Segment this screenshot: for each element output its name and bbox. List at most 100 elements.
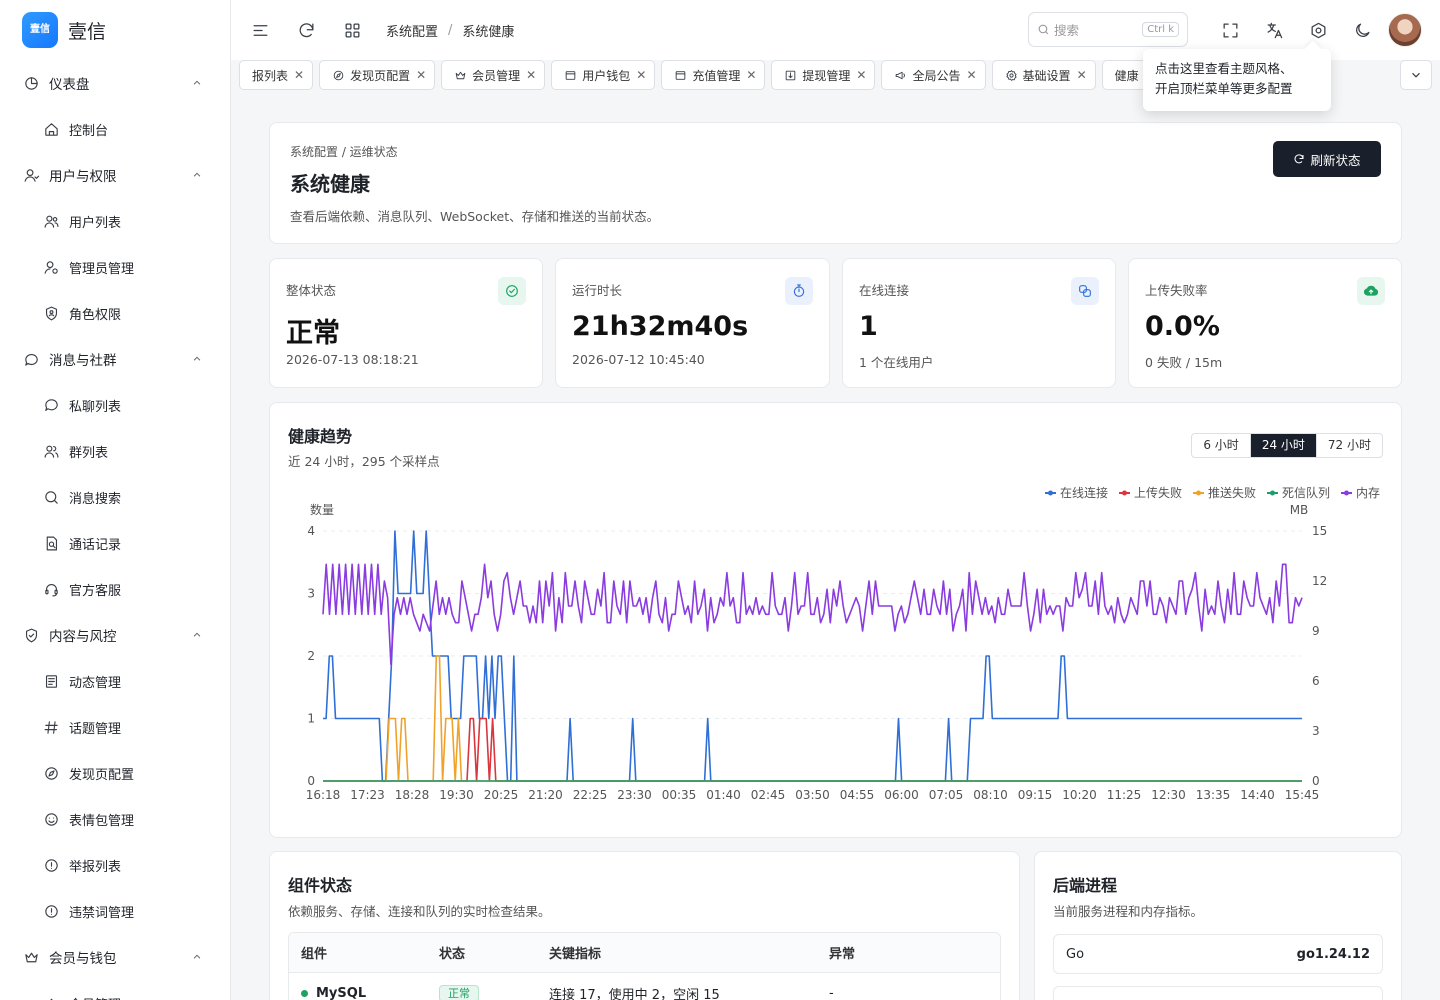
close-icon[interactable]: ✕ [746, 68, 756, 82]
apps-button[interactable] [334, 12, 370, 48]
process-row: Go go1.24.12 [1053, 934, 1383, 974]
tab-icon [564, 69, 577, 82]
tab[interactable]: 会员管理 ✕ [441, 60, 546, 90]
breadcrumb-item[interactable]: 系统配置 [386, 21, 438, 40]
headset-icon [44, 583, 58, 596]
tab[interactable]: 全局公告 ✕ [881, 60, 986, 90]
user-avatar[interactable] [1388, 13, 1422, 47]
process-key: Go [1066, 946, 1085, 962]
sidebar-item[interactable]: 话题管理 [0, 704, 230, 750]
tab[interactable]: 报列表 ✕ [239, 60, 314, 90]
sidebar-item[interactable]: 发现页配置 [0, 750, 230, 796]
stat-card: 整体状态 正常 2026-07-13 08:18:21 [269, 258, 543, 388]
table-row[interactable]: MySQL 正常 连接 17，使用中 2，空闲 15 - [289, 973, 1000, 1000]
sidebar-item-label: 消息搜索 [69, 491, 122, 507]
tabs-more-button[interactable] [1400, 60, 1432, 90]
sidebar-group[interactable]: 消息与社群 [0, 336, 230, 382]
wallet-icon [565, 70, 576, 80]
sidebar-item-icon [42, 258, 60, 276]
y2-tick-label: 0 [1312, 774, 1320, 788]
check-circle-icon [506, 285, 518, 297]
sidebar-group-label: 会员与钱包 [49, 951, 117, 967]
close-icon[interactable]: ✕ [636, 68, 646, 82]
column-header: 组件 [301, 947, 328, 962]
language-button[interactable] [1256, 12, 1292, 48]
chevron-up-icon [193, 632, 201, 637]
logo[interactable]: 壹信 壹信 [0, 0, 230, 60]
megaphone-icon [896, 71, 906, 79]
stat-subtext: 1 个在线用户 [859, 355, 934, 370]
x-tick-label: 00:35 [662, 788, 697, 802]
sidebar-item[interactable]: 消息搜索 [0, 474, 230, 520]
tab-label: 报列表 [252, 68, 289, 83]
component-status-title: 组件状态 [288, 876, 353, 895]
x-tick-label: 20:25 [484, 788, 519, 802]
y2-tick-label: 3 [1312, 724, 1320, 738]
settings-hex-icon [1311, 22, 1325, 38]
close-icon[interactable]: ✕ [856, 68, 866, 82]
search-input[interactable]: 搜索 Ctrl k [1028, 12, 1188, 47]
sidebar-item[interactable]: 群列表 [0, 428, 230, 474]
sidebar-group[interactable]: 仪表盘 [0, 60, 230, 106]
sidebar-item[interactable]: 控制台 [0, 106, 230, 152]
stat-label: 上传失败率 [1145, 283, 1208, 298]
sidebar-item-icon [42, 672, 60, 690]
sidebar-item[interactable]: 通话记录 [0, 520, 230, 566]
settings-button[interactable] [1300, 12, 1336, 48]
refresh-status-button[interactable]: 刷新状态 [1273, 141, 1381, 177]
close-icon[interactable]: ✕ [526, 68, 536, 82]
x-tick-label: 18:28 [395, 788, 430, 802]
sidebar-item-label: 官方客服 [69, 583, 122, 599]
stat-card: 运行时长 21h32m40s 2026-07-12 10:45:40 [555, 258, 830, 388]
translate-icon [1267, 22, 1282, 38]
close-icon[interactable]: ✕ [416, 68, 426, 82]
table-header: 组件 状态 关键指标 异常 [289, 933, 1000, 973]
y2-tick-label: 15 [1312, 524, 1327, 538]
tab[interactable]: 用户钱包 ✕ [551, 60, 656, 90]
sidebar-item[interactable]: 角色权限 [0, 290, 230, 336]
y-axis-label: 数量 [310, 502, 334, 517]
sidebar-group-icon [22, 626, 40, 644]
sidebar-item[interactable]: 动态管理 [0, 658, 230, 704]
close-icon[interactable]: ✕ [294, 68, 304, 82]
sidebar-item[interactable]: 官方客服 [0, 566, 230, 612]
sidebar-item[interactable]: 用户列表 [0, 198, 230, 244]
sidebar-item[interactable]: 违禁词管理 [0, 888, 230, 934]
dark-mode-button[interactable] [1344, 12, 1380, 48]
page-title: 系统健康 [290, 172, 370, 196]
sidebar-item[interactable]: 举报列表 [0, 842, 230, 888]
x-tick-label: 19:30 [439, 788, 474, 802]
page-breadcrumb: 系统配置 / 运维状态 [290, 145, 398, 159]
sidebar-item-icon [42, 396, 60, 414]
tab-strip: 报列表 ✕ 发现页配置 ✕ 会员管理 ✕ 用户钱包 ✕ 充值管理 ✕ 提现管理 … [239, 60, 1164, 90]
tab[interactable]: 发现页配置 ✕ [319, 60, 436, 90]
tab[interactable]: 基础设置 ✕ [991, 60, 1096, 90]
stat-value: 1 [859, 311, 878, 342]
gear-icon [1005, 69, 1017, 81]
x-tick-label: 13:35 [1196, 788, 1231, 802]
health-trend-card: 健康趋势 近 24 小时，295 个采样点 6 小时 24 小时 72 小时 012… [269, 402, 1402, 838]
sidebar-item-icon [42, 810, 60, 828]
y2-tick-label: 12 [1312, 574, 1327, 588]
sidebar-item-icon [42, 488, 60, 506]
fullscreen-button[interactable] [1212, 12, 1248, 48]
reload-button[interactable] [288, 12, 324, 48]
group-icon [44, 445, 58, 458]
y-tick-label: 2 [307, 649, 315, 663]
sidebar-item[interactable]: 管理员管理 [0, 244, 230, 290]
menu-toggle-button[interactable] [242, 12, 278, 48]
sidebar-item[interactable]: 会员管理 [0, 980, 230, 1000]
tab[interactable]: 充值管理 ✕ [661, 60, 766, 90]
sidebar-item-label: 发现页配置 [69, 767, 135, 783]
tab[interactable]: 提现管理 ✕ [771, 60, 876, 90]
x-tick-label: 11:25 [1107, 788, 1142, 802]
sidebar-item[interactable]: 表情包管理 [0, 796, 230, 842]
sidebar-group[interactable]: 用户与权限 [0, 152, 230, 198]
sidebar-item[interactable]: 私聊列表 [0, 382, 230, 428]
menu-icon [253, 24, 267, 36]
sidebar-group[interactable]: 内容与风控 [0, 612, 230, 658]
close-icon[interactable]: ✕ [966, 68, 976, 82]
close-icon[interactable]: ✕ [1077, 68, 1087, 82]
stat-label: 在线连接 [859, 283, 910, 298]
sidebar-group[interactable]: 会员与钱包 [0, 934, 230, 980]
